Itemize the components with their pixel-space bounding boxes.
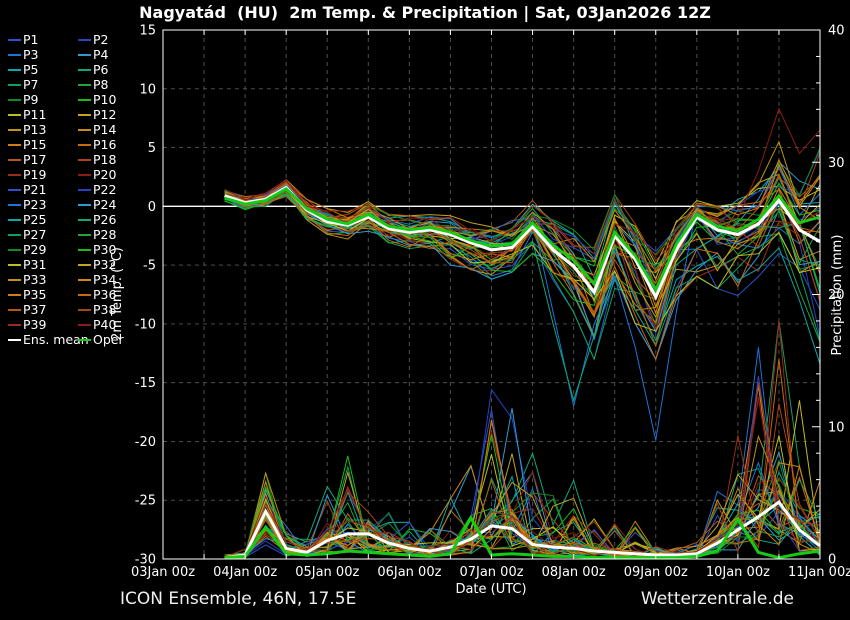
- model-info: ICON Ensemble, 46N, 17.5E: [120, 589, 356, 609]
- date-tick-label: 11Jan 00z: [788, 565, 850, 580]
- site-credit: Wetterzentrale.de: [641, 589, 794, 609]
- precip-tick-label: 40: [828, 24, 845, 39]
- date-axis-title: Date (UTC): [455, 582, 526, 597]
- temp-tick-label: -25: [135, 494, 156, 509]
- precip-tick-label: 20: [828, 288, 845, 303]
- date-tick-label: 10Jan 00z: [706, 565, 770, 580]
- date-tick-label: 09Jan 00z: [624, 565, 688, 580]
- temp-tick-label: -20: [135, 435, 156, 450]
- date-tick-label: 03Jan 00z: [131, 565, 195, 580]
- temp-tick-label: 10: [139, 82, 156, 97]
- temp-tick-label: -10: [135, 317, 156, 332]
- temp-tick-label: -5: [143, 259, 156, 274]
- date-tick-label: 07Jan 00z: [459, 565, 523, 580]
- date-tick-label: 04Jan 00z: [213, 565, 277, 580]
- temp-axis-title: 2m Temp. (°C): [110, 247, 125, 341]
- date-tick-label: 08Jan 00z: [542, 565, 606, 580]
- temp-tick-label: -15: [135, 376, 156, 391]
- temp-tick-label: 15: [139, 24, 156, 39]
- temp-tick-label: 5: [148, 141, 156, 156]
- temp-tick-label: 0: [148, 200, 156, 215]
- precip-tick-label: 30: [828, 156, 845, 171]
- date-tick-label: 05Jan 00z: [295, 565, 359, 580]
- meteogram-chart: 2m Temp. (°C) Precipitation (mm) Date (U…: [0, 0, 850, 620]
- precip-tick-label: 10: [828, 420, 845, 435]
- date-tick-label: 06Jan 00z: [377, 565, 441, 580]
- meteogram-screen: Nagyatád (HU) 2m Temp. & Precipitation |…: [0, 0, 850, 620]
